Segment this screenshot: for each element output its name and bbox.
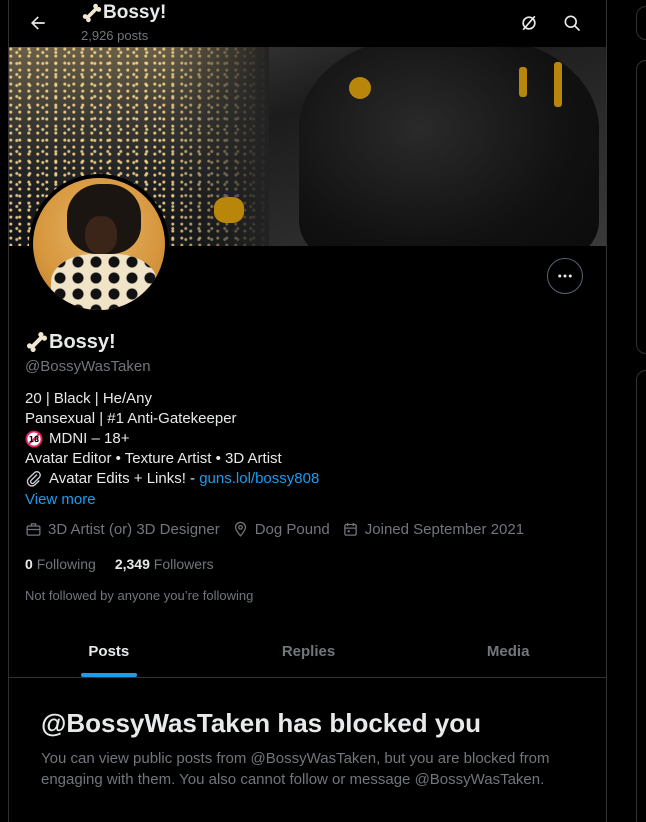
- profile-meta: 3D Artist (or) 3D Designer Dog Pound Joi…: [25, 521, 536, 538]
- calendar-icon: [343, 523, 357, 536]
- category-meta: 3D Artist (or) 3D Designer: [25, 521, 220, 538]
- banner-ornament: [214, 197, 244, 223]
- tab-label: Media: [486, 642, 530, 660]
- more-dots-icon: [558, 274, 572, 278]
- blocked-title: @BossyWasTaken has blocked you: [41, 708, 482, 738]
- view-more-link[interactable]: View more: [25, 491, 96, 508]
- joined-text: Joined September 2021: [364, 521, 525, 538]
- right-panel-edge: [636, 60, 646, 354]
- banner-ornament: [519, 67, 527, 97]
- avatar[interactable]: [29, 174, 169, 314]
- followers-count: 2,349: [114, 556, 150, 572]
- blocked-message: You can view public posts from @BossyWas…: [41, 750, 550, 788]
- followers-label: Followers: [153, 556, 214, 572]
- location-meta: Dog Pound: [232, 521, 330, 538]
- avatar-shirt: [51, 254, 157, 310]
- back-button[interactable]: [21, 6, 55, 40]
- bio-line: Avatar Editor • Texture Artist • 3D Arti…: [25, 450, 282, 467]
- follow-stats: 0 Following 2,349 Followers: [25, 556, 233, 572]
- banner-ornament: [554, 62, 562, 107]
- banner-ornament: [349, 77, 371, 99]
- search-icon: [564, 15, 581, 32]
- right-panel-edge: [636, 6, 646, 40]
- following-label: Following: [36, 556, 96, 572]
- followers-link[interactable]: 2,349 Followers: [115, 556, 214, 572]
- tab-posts[interactable]: Posts: [9, 625, 209, 677]
- header-title: Bossy!: [81, 2, 166, 24]
- bio-line: Pansexual | #1 Anti-Gatekeeper: [25, 410, 237, 427]
- bio-line: 20 | Black | He/Any: [25, 390, 153, 407]
- bio: 20 | Black | He/Any Pansexual | #1 Anti-…: [25, 389, 319, 489]
- following-link[interactable]: 0 Following: [25, 556, 96, 572]
- post-count: 2,926 posts: [81, 28, 149, 43]
- header-name: Bossy!: [103, 2, 167, 23]
- briefcase-icon: [26, 523, 41, 536]
- grok-icon: [522, 15, 536, 31]
- user-handle: @BossyWasTaken: [25, 358, 151, 375]
- bone-icon: [26, 331, 48, 353]
- tab-replies[interactable]: Replies: [209, 625, 409, 677]
- display-name: Bossy!: [25, 330, 116, 354]
- category-text: 3D Artist (or) 3D Designer: [48, 521, 220, 538]
- joined-meta: Joined September 2021: [342, 521, 524, 538]
- right-panel-edge: [636, 370, 646, 822]
- bio-link[interactable]: guns.lol/bossy808: [199, 469, 319, 489]
- profile-tabs: Posts Replies Media: [9, 625, 606, 678]
- arrow-left-icon: [31, 16, 45, 30]
- bio-line: 18 MDNI – 18+: [25, 429, 319, 449]
- location-text: Dog Pound: [254, 521, 330, 538]
- bio-line-text: Avatar Edits + Links! -: [49, 470, 200, 487]
- age-badge-text: 18: [29, 435, 39, 444]
- avatar-face: [85, 216, 117, 254]
- display-name-text: Bossy!: [49, 330, 116, 353]
- top-bar: Bossy! 2,926 posts: [9, 0, 606, 47]
- tab-label: Replies: [281, 642, 336, 660]
- tab-label: Posts: [88, 642, 130, 660]
- bio-line-text: MDNI – 18+: [49, 430, 130, 447]
- paperclip-icon: [26, 471, 41, 487]
- bone-icon: [82, 3, 102, 23]
- profile-column: Bossy! 2,926 posts Bossy! @BossyWasTaken…: [8, 0, 607, 822]
- search-button[interactable]: [555, 6, 589, 40]
- not-followed-note: Not followed by anyone you’re following: [25, 588, 254, 603]
- tab-media[interactable]: Media: [408, 625, 606, 677]
- bio-line: Avatar Edits + Links! - guns.lol/bossy80…: [25, 469, 319, 489]
- more-options-button[interactable]: [547, 258, 583, 294]
- grok-button[interactable]: [512, 6, 546, 40]
- location-pin-icon: [234, 521, 246, 537]
- no-under-18-icon: 18: [25, 430, 43, 448]
- following-count: 0: [25, 556, 33, 572]
